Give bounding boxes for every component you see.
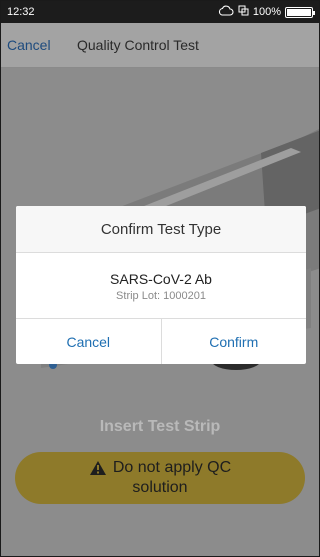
status-time: 12:32 [7, 6, 35, 18]
instruction-text: Insert Test Strip [99, 418, 221, 435]
warning-triangle-icon [89, 461, 106, 475]
confirm-test-type-dialog: Confirm Test Type SARS-CoV-2 Ab Strip Lo… [16, 206, 306, 364]
navigation-bar: Cancel Quality Control Test [1, 23, 319, 68]
dialog-body: SARS-CoV-2 Ab Strip Lot: 1000201 [16, 253, 306, 319]
sync-icon [238, 5, 249, 19]
battery-icon [285, 6, 315, 18]
battery-percent: 100% [252, 6, 281, 18]
cloud-icon [218, 5, 234, 19]
dialog-confirm-button[interactable]: Confirm [160, 319, 307, 364]
status-indicators: 100% [218, 5, 315, 19]
app-screen: 12:32 100% Cancel Quality Control Test I… [0, 0, 320, 557]
status-bar: 12:32 100% [1, 1, 319, 23]
warning-text-line1: Do not apply QC [112, 459, 232, 476]
dialog-title: Confirm Test Type [16, 206, 306, 253]
warning-text-line2: solution [132, 479, 188, 496]
qc-warning-banner: Do not apply QC solution [15, 452, 305, 504]
page-title: Quality Control Test [77, 37, 199, 53]
dialog-buttons: Cancel Confirm [16, 319, 306, 364]
test-type-name: SARS-CoV-2 Ab [110, 271, 212, 287]
strip-lot-number: Strip Lot: 1000201 [116, 290, 206, 302]
dialog-cancel-button[interactable]: Cancel [16, 319, 161, 364]
nav-cancel-button[interactable]: Cancel [7, 37, 51, 53]
